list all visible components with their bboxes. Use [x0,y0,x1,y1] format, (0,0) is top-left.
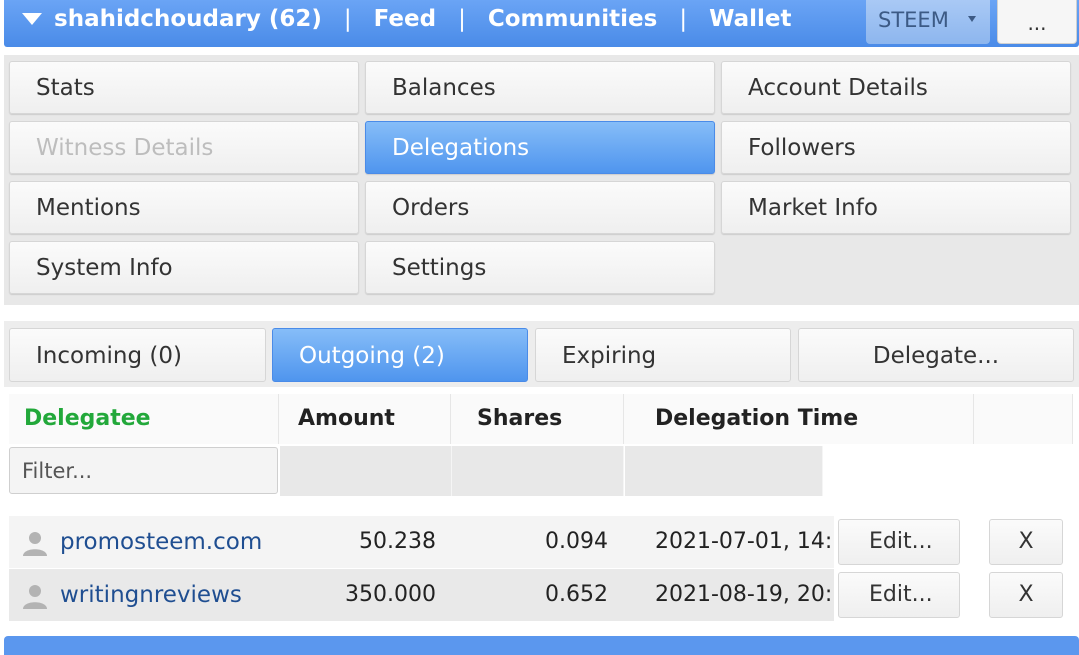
filter-input[interactable] [9,447,278,494]
top-navigation-bar: shahidchoudary (62) | Feed | Communities… [4,0,1079,47]
delegation-time-value: 2021-08-19, 20: [655,582,833,607]
user-avatar-icon [23,532,47,556]
chain-selector[interactable]: STEEM [866,0,990,44]
edit-delegation-button[interactable]: Edit... [838,519,960,565]
column-header-delegation-time[interactable]: Delegation Time [624,394,974,444]
collapse-triangle-icon[interactable] [22,13,42,25]
remove-delegation-button[interactable]: X [989,519,1063,565]
delegate-button[interactable]: Delegate... [798,328,1074,382]
column-header-actions [974,394,1073,444]
amount-value: 350.000 [345,582,436,607]
account-link[interactable]: shahidchoudary (62) [54,4,322,34]
shares-value: 0.652 [545,582,608,607]
caret-down-icon [968,16,976,22]
filter-cell [452,446,624,496]
menu-followers-button[interactable]: Followers [721,121,1071,174]
menu-account-details-button[interactable]: Account Details [721,61,1071,114]
edit-delegation-button[interactable]: Edit... [838,572,960,618]
amount-value: 50.238 [359,529,436,554]
menu-settings-button[interactable]: Settings [365,241,715,294]
column-header-amount[interactable]: Amount (SP) [279,394,451,481]
tab-incoming[interactable]: Incoming (0) [9,328,266,382]
menu-stats-button[interactable]: Stats [9,61,359,114]
delegation-tabs: Incoming (0) Outgoing (2) Expiring Deleg… [4,321,1079,387]
menu-orders-button[interactable]: Orders [365,181,715,234]
menu-system-info-button[interactable]: System Info [9,241,359,294]
delegation-time-value: 2021-07-01, 14: [655,529,833,554]
menu-balances-button[interactable]: Balances [365,61,715,114]
shares-value: 0.094 [545,529,608,554]
nav-separator: | [458,6,466,32]
filter-cell [625,446,823,496]
delegatee-link[interactable]: writingnreviews [60,569,242,621]
feed-link[interactable]: Feed [374,4,436,34]
menu-delegations-button[interactable]: Delegations [365,121,715,174]
main-menu: Stats Balances Account Details Witness D… [4,55,1079,305]
nav-links: shahidchoudary (62) | Feed | Communities… [54,4,792,34]
column-header-delegatee[interactable]: Delegatee [9,394,279,444]
menu-market-info-button[interactable]: Market Info [721,181,1071,234]
tab-expiring[interactable]: Expiring [535,328,791,382]
tab-outgoing[interactable]: Outgoing (2) [272,328,528,382]
nav-separator: | [343,6,352,32]
column-header-shares[interactable]: Shares (MV) [451,394,624,481]
nav-separator: | [679,6,688,32]
menu-mentions-button[interactable]: Mentions [9,181,359,234]
delegations-table: Delegatee Amount (SP) Shares (MV) Delega… [4,390,1079,625]
filter-row [4,446,1079,498]
table-row: promosteem.com 50.238 0.094 2021-07-01, … [4,516,1079,568]
filter-cell [280,446,452,496]
remove-delegation-button[interactable]: X [989,572,1063,618]
wallet-link[interactable]: Wallet [709,4,791,34]
user-avatar-icon [23,585,47,609]
delegatee-link[interactable]: promosteem.com [60,516,262,568]
bottom-bar [4,636,1079,655]
more-button[interactable]: ... [997,0,1077,44]
menu-witness-details-button[interactable]: Witness Details [9,121,359,174]
table-row: writingnreviews 350.000 0.652 2021-08-19… [4,569,1079,621]
communities-link[interactable]: Communities [488,4,657,34]
chain-selector-value: STEEM [878,8,949,32]
